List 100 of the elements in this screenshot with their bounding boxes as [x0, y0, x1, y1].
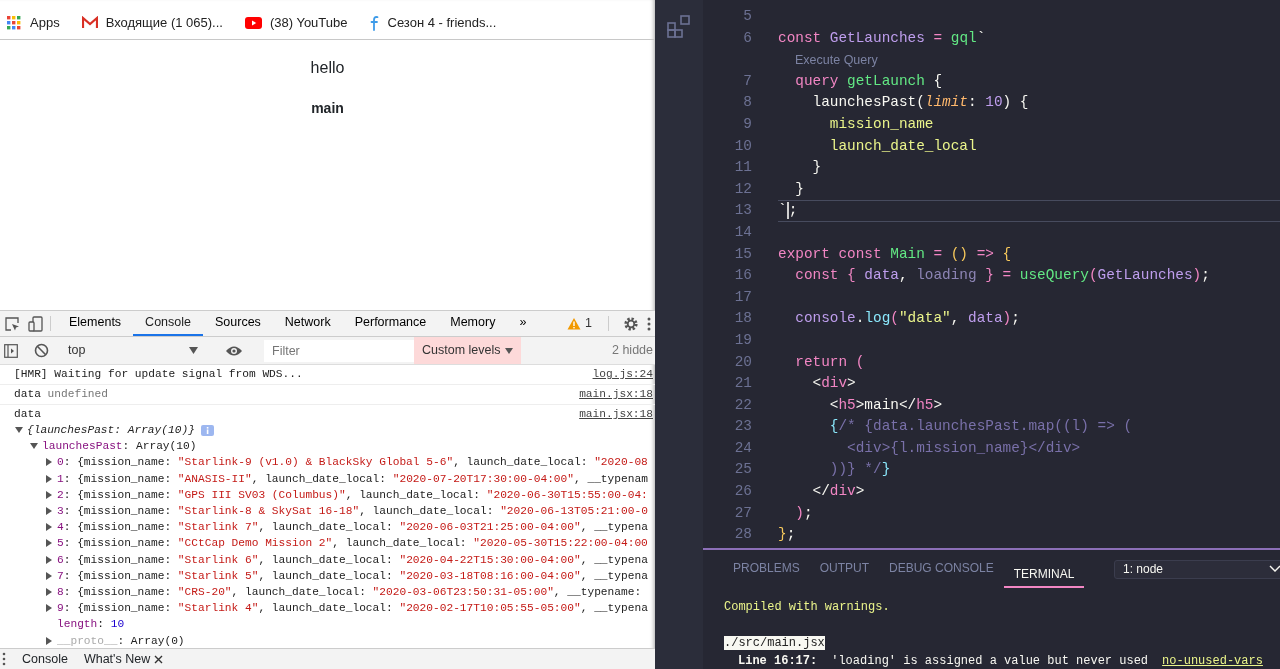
code-line: <div> — [811, 375, 856, 392]
inspect-icon[interactable] — [4, 315, 20, 332]
object-property: 3: {mission_name: "Starlink-8 & SkySat 16-18", launch_date_local: "2020-06-13T05:21:00-0 — [57, 504, 648, 519]
expand-arrow-icon[interactable] — [45, 604, 53, 613]
object-property: launchesPast: Array(10) — [42, 439, 197, 454]
bookmark[interactable]: (38) YouTube — [244, 12, 348, 33]
expand-arrow-icon[interactable] — [45, 587, 53, 596]
code-line: {/* {data.launchesPast.map((l) => ( — [828, 418, 1133, 435]
sidebar-toggle-icon[interactable] — [4, 343, 18, 358]
warnings-counter[interactable]: 1 — [567, 311, 592, 336]
chevron-down-icon — [1269, 565, 1280, 573]
code-line: ))} */} — [828, 461, 891, 478]
codelens-link[interactable]: Execute Query — [795, 50, 878, 70]
panel-tab[interactable]: TERMINAL — [1003, 562, 1085, 588]
object-property: 4: {mission_name: "Starlink 7", launch_date_local: "2020-06-03T21:25:00-04:00", __typena — [57, 520, 648, 535]
line-number: 7 — [742, 71, 752, 91]
code-line: launchesPast(limit: 10) { — [811, 94, 1029, 111]
apps-grid-icon — [6, 14, 22, 31]
expand-arrow-icon[interactable] — [45, 636, 53, 645]
eye-icon[interactable] — [225, 344, 243, 357]
panel-tab[interactable]: OUTPUT — [809, 550, 880, 588]
object-property: 1: {mission_name: "ANASIS-II", launch_date_local: "2020-07-20T17:30:00-04:00", __typenam — [57, 471, 648, 486]
code-line: } — [811, 159, 822, 176]
panel-tab[interactable]: DEBUG CONSOLE — [879, 550, 1004, 588]
line-number: 23 — [733, 417, 752, 437]
panel-tab[interactable]: PROBLEMS — [723, 550, 810, 588]
expand-arrow-icon[interactable] — [45, 539, 53, 548]
devtools-tab[interactable]: Memory — [438, 311, 508, 336]
line-number: 20 — [733, 352, 752, 372]
lint-message: 'loading' is assigned a value but never used — [831, 653, 1149, 669]
line-number: 8 — [742, 93, 752, 113]
drawer-menu-icon[interactable] — [2, 652, 6, 666]
source-link[interactable]: main.jsx:18 — [579, 407, 655, 422]
terminal-file-path: ./src/main.jsx — [724, 636, 825, 650]
object-property: length: 10 — [57, 617, 125, 632]
code-line: } — [794, 180, 804, 197]
code-line: <div>{l.mission_name}</div> — [846, 439, 1081, 456]
more-tabs-button[interactable]: » — [507, 311, 539, 336]
devtools-tab[interactable]: Elements — [57, 311, 134, 336]
expand-arrow-icon[interactable] — [45, 458, 53, 467]
more-options-icon[interactable] — [647, 316, 651, 331]
expand-arrow-icon[interactable] — [45, 555, 53, 564]
line-number: 16 — [733, 266, 752, 286]
log-message: [HMR] Waiting for update signal from WDS... — [14, 367, 303, 382]
caret-icon — [189, 347, 198, 354]
line-number: 18 — [733, 309, 752, 329]
line-number: 14 — [733, 222, 752, 242]
clear-icon[interactable] — [34, 343, 49, 358]
line-number: 6 — [742, 28, 752, 48]
log-message: data — [14, 407, 41, 422]
terminal-line: Compiled with warnings. — [724, 599, 891, 616]
line-number: 5 — [742, 7, 752, 26]
code-line: query getLaunch { — [794, 72, 943, 89]
expand-arrow-icon[interactable] — [45, 571, 53, 580]
drawer-tab[interactable]: What's New — [75, 649, 172, 669]
close-icon[interactable] — [154, 654, 164, 664]
bookmark[interactable]: Сезон 4 - friends... — [369, 12, 497, 33]
page-subheading: main — [311, 99, 344, 118]
bookmark[interactable]: Входящие (1 065)... — [81, 12, 223, 33]
object-summary: {launchesPast: Array(10)} — [27, 423, 195, 438]
code-line: <h5>main</h5> — [828, 396, 943, 413]
context-select[interactable]: top — [64, 341, 204, 360]
devtools-tab[interactable]: Network — [272, 311, 343, 336]
device-icon[interactable] — [28, 315, 44, 332]
source-link[interactable]: main.jsx:18 — [579, 387, 655, 402]
expand-arrow-icon[interactable] — [45, 490, 53, 499]
source-link[interactable]: log.js:24 — [592, 367, 655, 382]
page-heading: hello — [310, 58, 345, 78]
log-message: data undefined — [14, 387, 108, 402]
settings-icon[interactable] — [623, 315, 639, 332]
log-levels-dropdown[interactable]: Custom levels — [414, 337, 521, 364]
line-number: 21 — [733, 374, 752, 394]
collapse-arrow-icon[interactable] — [15, 426, 23, 435]
line-number: 11 — [733, 158, 752, 178]
code-line: </div> — [811, 483, 865, 500]
extensions-icon[interactable] — [666, 14, 692, 40]
video-play-icon — [244, 16, 262, 29]
lint-location: Line 16:17: — [738, 653, 818, 669]
code-line: console.log("data", data); — [794, 310, 1020, 327]
line-number: 10 — [733, 136, 752, 156]
object-property: 6: {mission_name: "Starlink 6", launch_date_local: "2020-04-22T15:30:00-04:00", __typena — [57, 552, 648, 567]
expand-arrow-icon[interactable] — [45, 474, 53, 483]
expand-arrow-icon[interactable] — [45, 507, 53, 516]
code-line: const GetLaunches = gql` — [778, 29, 986, 46]
caret-icon — [504, 347, 513, 354]
collapse-arrow-icon[interactable] — [30, 442, 38, 451]
filter-field[interactable]: Filter — [264, 339, 414, 362]
line-number: 19 — [733, 330, 752, 350]
object-property: 8: {mission_name: "CRS-20", launch_date_local: "2020-03-06T23:50:31-05:00", __typename: — [57, 584, 642, 599]
code-line: export const Main = () => { — [778, 245, 1012, 262]
code-line: `; — [778, 201, 798, 222]
devtools-tab[interactable]: Sources — [203, 311, 273, 336]
line-number: 17 — [733, 287, 752, 307]
code-line: return ( — [794, 353, 865, 370]
devtools-tab[interactable]: Performance — [342, 311, 439, 336]
line-number: 15 — [733, 244, 752, 264]
drawer-tab[interactable]: Console — [14, 649, 76, 669]
bookmark[interactable]: Apps — [6, 12, 60, 33]
terminal-select[interactable]: 1: node — [1114, 559, 1280, 579]
expand-arrow-icon[interactable] — [45, 523, 53, 532]
